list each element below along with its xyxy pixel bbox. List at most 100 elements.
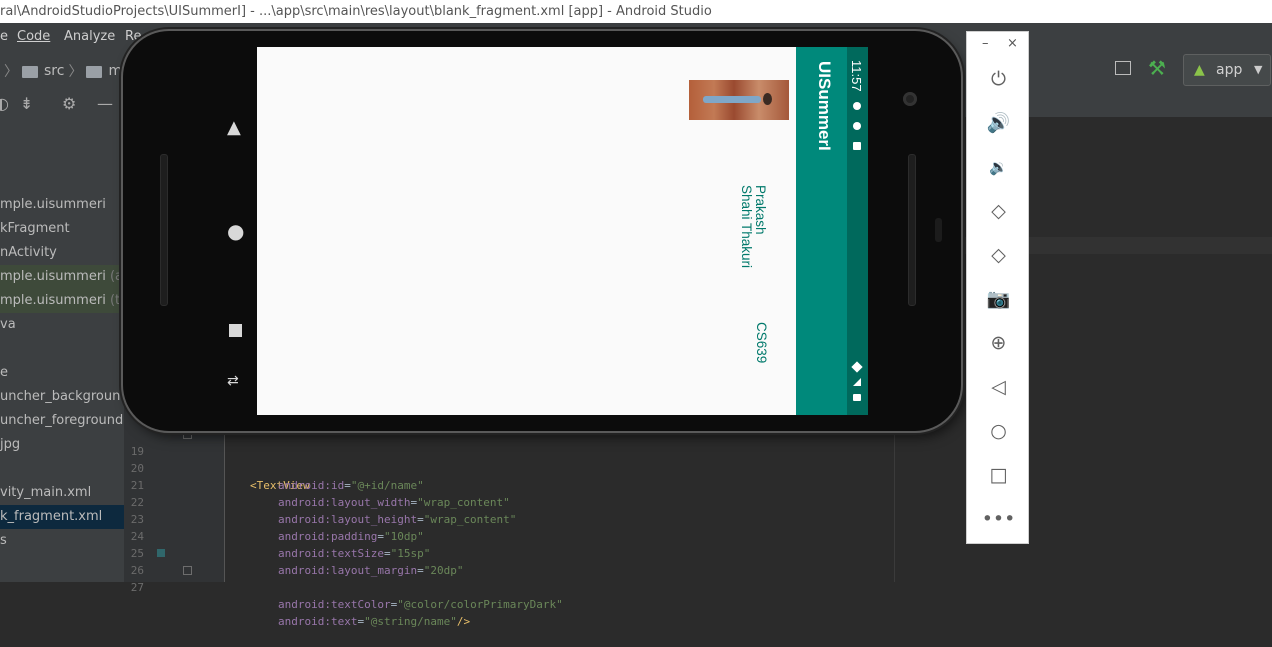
window-title: ral\AndroidStudioProjects\UISummerI] - .… xyxy=(0,0,1272,23)
close-button[interactable]: × xyxy=(1007,36,1018,51)
tree-item-label: jpg xyxy=(0,437,21,452)
tree-item-label: k_fragment.xml xyxy=(0,509,103,524)
code-line: 24 android:textSize="15sp" xyxy=(124,511,1024,560)
folder-icon xyxy=(22,66,38,78)
android-icon: ▲ xyxy=(1194,62,1205,78)
name-text: Prakash Shahi Thakuri xyxy=(739,185,768,269)
front-camera xyxy=(903,92,917,106)
tree-item-label: uncher_foreground.x xyxy=(0,413,124,428)
rotate-screen-icon[interactable]: ⇄ xyxy=(227,373,239,389)
rotate-left-icon[interactable]: ◇ xyxy=(967,199,1030,223)
run-configuration-select[interactable]: ▲ app ▼ xyxy=(1183,54,1271,86)
menu-view[interactable]: e xyxy=(0,23,8,50)
app-action-bar: UISummerI xyxy=(796,47,847,415)
battery-icon xyxy=(853,394,861,401)
settings-notification-icon xyxy=(853,102,861,110)
code-text: android:text="@string/name"/> xyxy=(278,615,471,628)
tree-item[interactable]: e xyxy=(0,361,124,385)
tree-item[interactable]: jpg xyxy=(0,433,124,457)
tree-item-label: nActivity xyxy=(0,245,57,260)
status-bar: 11:57 xyxy=(847,47,868,415)
zoom-icon[interactable]: ⊕ xyxy=(967,331,1030,355)
fold-marker-icon[interactable] xyxy=(183,566,192,575)
name-line-2: Shahi Thakuri xyxy=(739,185,754,269)
tree-item[interactable]: mple.uisummeri xyxy=(0,193,124,217)
color-preview-icon[interactable] xyxy=(157,549,165,557)
minimize-button[interactable]: – xyxy=(982,36,989,51)
sd-card-icon xyxy=(853,142,861,150)
tree-item-label: kFragment xyxy=(0,221,70,236)
rotate-right-icon[interactable]: ◇ xyxy=(967,243,1030,267)
xml-attribute: android:textColor xyxy=(278,598,391,611)
device-screen[interactable]: Prakash Shahi Thakuri CS639 UISummerI 11… xyxy=(257,47,868,415)
wifi-icon xyxy=(851,361,863,373)
tree-item-suffix: (tes xyxy=(109,293,124,308)
tree-item-suffix: (an xyxy=(109,269,124,284)
tree-item[interactable]: mple.uisummeri (tes xyxy=(0,289,124,313)
person-figure xyxy=(703,96,761,103)
tree-item[interactable]: vity_main.xml xyxy=(0,481,124,505)
signal-icon xyxy=(853,378,861,386)
name-line-1: Prakash xyxy=(753,185,768,235)
tree-item-label: mple.uisummeri xyxy=(0,293,106,308)
tree-item-label: vity_main.xml xyxy=(0,485,92,500)
tree-item[interactable]: uncher_background xyxy=(0,385,124,409)
fold-marker-icon[interactable] xyxy=(183,430,192,439)
tree-item-label: va xyxy=(0,317,16,332)
app-title: UISummerI xyxy=(815,61,834,151)
code-line: 20 android:id="@+id/name" xyxy=(124,443,1024,492)
more-icon[interactable]: ••• xyxy=(967,507,1030,531)
course-text: CS639 xyxy=(754,322,769,364)
speaker-grille xyxy=(908,154,916,306)
code-line: 27 android:text="@string/name"/> xyxy=(124,562,1024,628)
screenshot-icon[interactable]: 📷 xyxy=(967,287,1030,311)
project-panel: mple.uisummeri kFragment nActivity mple.… xyxy=(0,117,124,582)
code-text: android:textColor="@color/colorPrimaryDa… xyxy=(278,598,563,611)
run-dialog-icon[interactable] xyxy=(1115,61,1131,75)
volume-up-icon[interactable]: 🔊 xyxy=(967,111,1030,135)
tree-item[interactable]: kFragment xyxy=(0,217,124,241)
xml-value: "@string/name" xyxy=(364,615,457,628)
run-configuration-label: app xyxy=(1216,62,1243,78)
sync-icon[interactable]: ◐ xyxy=(0,94,9,113)
tree-item[interactable]: nActivity xyxy=(0,241,124,265)
xml-value: "@color/colorPrimaryDark" xyxy=(397,598,563,611)
chevron-right-icon: 〉 xyxy=(4,64,18,80)
hide-icon[interactable]: — xyxy=(97,94,113,113)
hammer-build-icon[interactable]: ⚒ xyxy=(1148,56,1166,80)
gear-icon[interactable]: ⚙ xyxy=(62,94,76,113)
code-line: 25 android:layout_margin="20dp" xyxy=(124,528,1024,577)
tree-item-selected[interactable]: k_fragment.xml xyxy=(0,505,124,529)
tree-item[interactable]: s xyxy=(0,529,124,553)
home-icon[interactable]: ● xyxy=(227,219,244,243)
tree-item[interactable]: mple.uisummeri (an xyxy=(0,265,124,289)
tree-item-label: s xyxy=(0,533,7,548)
collapse-all-icon[interactable]: ⇟ xyxy=(20,94,33,113)
code-line: 26 android:textColor="@color/colorPrimar… xyxy=(124,545,1024,611)
emulator-toolbar: – × ⏻ 🔊 🔉 ◇ ◇ 📷 ⊕ ◁ ○ □ ••• xyxy=(966,31,1029,544)
back-icon[interactable]: ◁ xyxy=(967,375,1030,399)
overview-icon[interactable]: □ xyxy=(967,463,1030,487)
code-line: 22 android:layout_height="wrap_content" xyxy=(124,477,1024,526)
chevron-right-icon: 〉 xyxy=(68,64,83,80)
back-icon[interactable]: ▲ xyxy=(227,117,241,138)
tree-item-label: mple.uisummeri xyxy=(0,269,106,284)
breadcrumb: 〉 src 〉 ma xyxy=(0,61,131,81)
power-icon[interactable]: ⏻ xyxy=(967,67,1030,91)
tree-item[interactable]: va xyxy=(0,313,124,337)
menu-analyze[interactable]: Analyze xyxy=(64,23,115,50)
emulator-device-frame: ▲ ● ⇄ Prakash Shahi Thakuri CS639 UISumm… xyxy=(123,31,961,431)
breadcrumb-src[interactable]: src xyxy=(44,63,64,79)
volume-down-icon[interactable]: 🔉 xyxy=(967,155,1030,179)
menu-code[interactable]: Code xyxy=(17,23,50,50)
xml-tag-close: /> xyxy=(456,615,471,628)
proximity-sensor xyxy=(935,218,942,242)
code-line: 23 android:padding="10dp" xyxy=(124,494,1024,543)
folder-icon xyxy=(86,66,103,78)
overview-icon[interactable] xyxy=(229,324,242,337)
tree-item[interactable]: uncher_foreground.x xyxy=(0,409,124,433)
tree-item-label: mple.uisummeri xyxy=(0,197,106,212)
home-icon[interactable]: ○ xyxy=(967,419,1030,443)
xml-attribute: android:text xyxy=(278,615,358,628)
tree-item-label: e xyxy=(0,365,8,380)
